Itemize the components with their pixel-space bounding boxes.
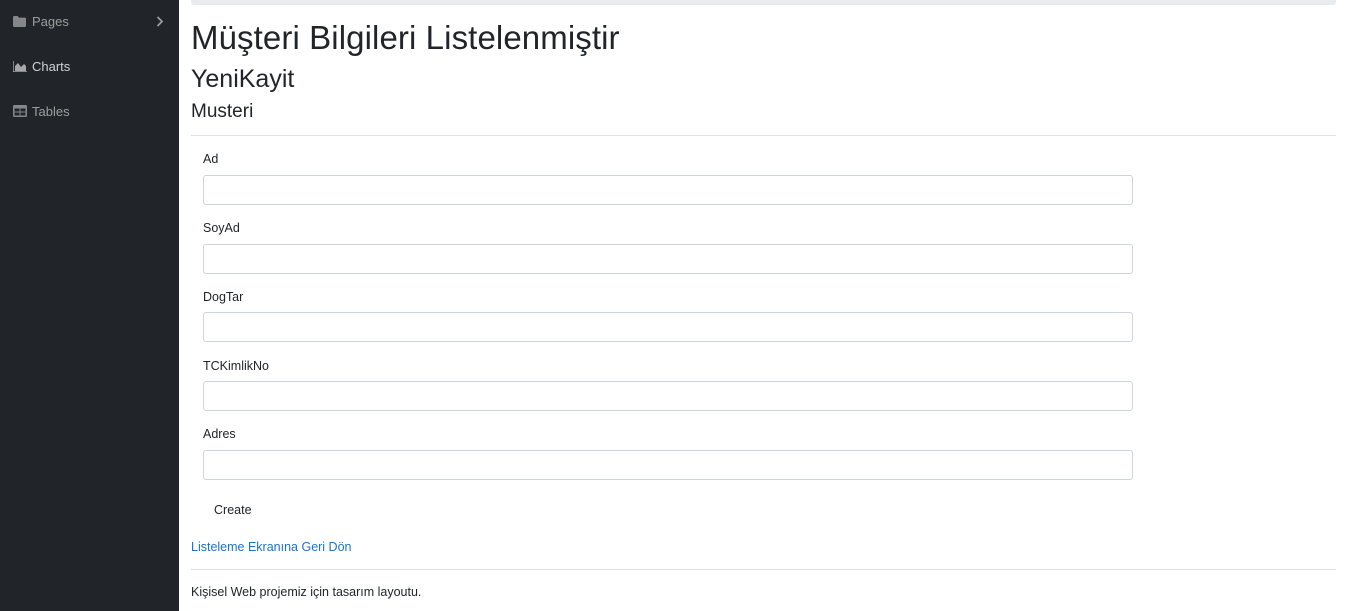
- dogtar-input[interactable]: [203, 312, 1133, 342]
- folder-icon: [13, 15, 27, 27]
- ad-input[interactable]: [203, 175, 1133, 205]
- footer-text: Kişisel Web projemiz için tasarım layout…: [191, 585, 422, 599]
- table-icon: [13, 105, 27, 117]
- soyad-label: SoyAd: [203, 221, 240, 235]
- sidebar: Pages Charts Tables: [0, 0, 179, 611]
- sidebar-item-charts[interactable]: Charts: [0, 48, 179, 84]
- divider: [191, 135, 1336, 136]
- sidebar-item-tables[interactable]: Tables: [0, 93, 179, 129]
- tckimlikno-label: TCKimlikNo: [203, 359, 269, 373]
- sidebar-item-pages[interactable]: Pages: [0, 3, 179, 39]
- page-title: Müşteri Bilgileri Listelenmiştir: [191, 19, 620, 56]
- sidebar-item-label: Tables: [32, 103, 70, 119]
- chart-area-icon: [13, 60, 27, 72]
- footer-divider: [191, 569, 1336, 570]
- dogtar-label: DogTar: [203, 290, 244, 304]
- create-button[interactable]: Create: [203, 498, 263, 522]
- soyad-input[interactable]: [203, 244, 1133, 274]
- ad-label: Ad: [203, 152, 219, 166]
- top-bar: [191, 0, 1336, 5]
- section-title: Musteri: [191, 101, 254, 122]
- page-subtitle: YeniKayit: [191, 65, 295, 93]
- adres-label: Adres: [203, 427, 236, 441]
- chevron-right-icon: [156, 15, 164, 27]
- sidebar-item-label: Pages: [32, 13, 69, 29]
- tckimlikno-input[interactable]: [203, 381, 1133, 411]
- sidebar-item-label: Charts: [32, 58, 71, 74]
- adres-input[interactable]: [203, 450, 1133, 480]
- back-to-list-link[interactable]: Listeleme Ekranına Geri Dön: [191, 540, 352, 554]
